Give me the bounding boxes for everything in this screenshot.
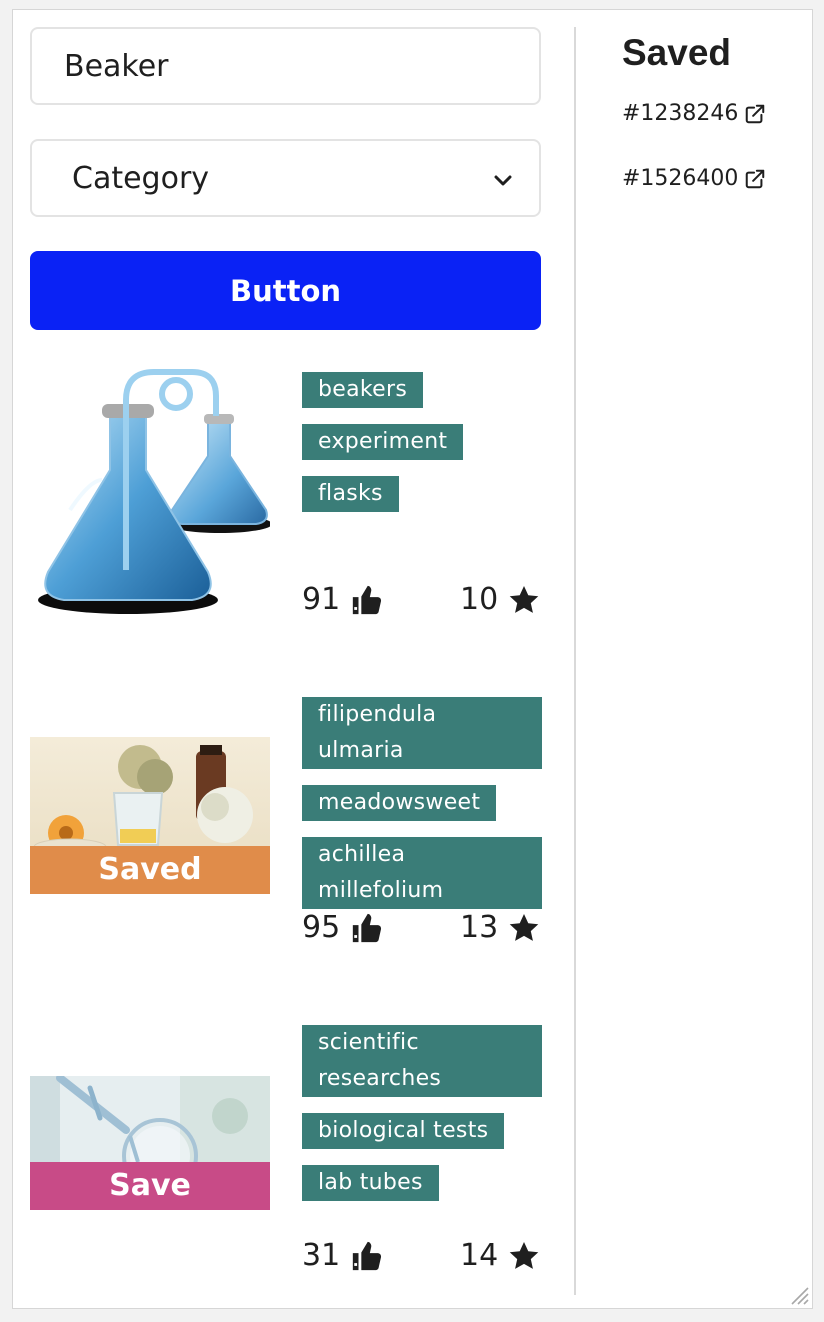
result-thumbnail-flasks[interactable] — [30, 360, 270, 620]
saved-panel-title: Saved — [622, 32, 732, 73]
result-tags: beakers experiment flasks — [302, 372, 542, 528]
saved-item-link[interactable]: #1238246 — [622, 101, 766, 126]
star-count[interactable]: 13 — [460, 910, 540, 945]
like-count-value: 31 — [302, 1238, 341, 1273]
result-card: beakers experiment flasks 91 10 — [13, 360, 558, 660]
saved-panel: Saved #1238246 #1526400 — [576, 10, 813, 1308]
chevron-down-icon — [494, 175, 512, 186]
category-select-label: Category — [72, 161, 210, 196]
app-window: Category Button — [12, 9, 813, 1309]
star-count-value: 14 — [460, 1238, 499, 1273]
saved-button[interactable]: Saved — [30, 846, 270, 894]
save-button[interactable]: Save — [30, 1162, 270, 1210]
result-tags: scientific researches biological tests l… — [302, 1025, 542, 1217]
star-count[interactable]: 14 — [460, 1238, 540, 1273]
tag[interactable]: experiment — [302, 424, 464, 460]
saved-item-id: #1238246 — [622, 101, 739, 126]
tag[interactable]: meadowsweet — [302, 785, 497, 821]
search-panel: Category Button — [13, 10, 558, 1308]
resize-grip-icon[interactable] — [786, 1282, 810, 1306]
result-thumbnail-herbs[interactable]: Saved — [30, 737, 270, 894]
saved-item-link[interactable]: #1526400 — [622, 166, 766, 191]
like-count[interactable]: 91 — [302, 582, 384, 617]
external-link-icon — [746, 104, 765, 123]
like-count[interactable]: 31 — [302, 1238, 384, 1273]
star-count[interactable]: 10 — [460, 582, 540, 617]
tag[interactable]: lab tubes — [302, 1165, 439, 1201]
like-count-value: 95 — [302, 910, 341, 945]
search-input[interactable] — [30, 27, 541, 105]
tag[interactable]: beakers — [302, 372, 424, 408]
result-card: Save scientific researches biological te… — [13, 1016, 558, 1306]
result-thumbnail-lab-glass[interactable]: Save — [30, 1076, 270, 1210]
tag[interactable]: flasks — [302, 476, 399, 512]
result-tags: filipendula ulmaria meadowsweet achillea… — [302, 697, 542, 925]
tag[interactable]: filipendula ulmaria — [302, 697, 542, 769]
like-count[interactable]: 95 — [302, 910, 384, 945]
external-link-icon — [746, 169, 765, 188]
thumbs-up-icon — [353, 585, 382, 614]
tag[interactable]: biological tests — [302, 1113, 505, 1149]
result-card: Saved filipendula ulmaria meadowsweet ac… — [13, 688, 558, 988]
category-select[interactable]: Category — [30, 139, 541, 217]
tag[interactable]: achillea millefolium — [302, 837, 542, 909]
star-icon — [509, 1241, 539, 1269]
thumbs-up-icon — [353, 913, 382, 942]
like-count-value: 91 — [302, 582, 341, 617]
star-icon — [509, 585, 539, 613]
saved-item-id: #1526400 — [622, 166, 739, 191]
star-count-value: 13 — [460, 910, 499, 945]
star-icon — [509, 913, 539, 941]
flasks-image — [38, 369, 270, 614]
thumbs-up-icon — [353, 1241, 382, 1270]
tag[interactable]: scientific researches — [302, 1025, 542, 1097]
primary-button[interactable]: Button — [30, 251, 541, 330]
star-count-value: 10 — [460, 582, 499, 617]
